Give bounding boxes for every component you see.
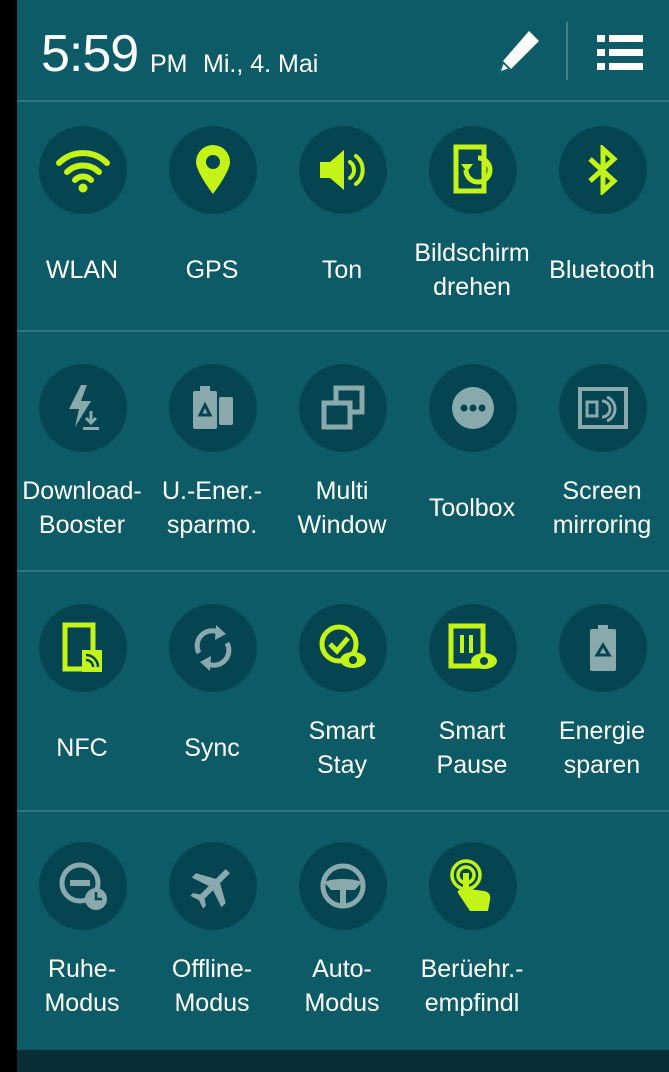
row-divider	[17, 810, 669, 812]
toggle-label: Bluetooth	[549, 256, 655, 284]
quick-settings-row-2: Download- Booster U.-Ener.- sparmo. Mult…	[17, 340, 669, 578]
toggle-label: Smart Stay	[308, 717, 376, 779]
power-saving-icon	[559, 604, 647, 692]
toggle-multi-window[interactable]: Multi Window	[277, 340, 407, 578]
bluetooth-icon	[559, 126, 647, 214]
toggle-label: NFC	[56, 734, 108, 762]
pencil-icon	[499, 31, 539, 73]
wifi-icon	[39, 126, 127, 214]
location-pin-icon	[169, 126, 257, 214]
toggle-smart-stay[interactable]: Smart Stay	[277, 580, 407, 818]
toggle-label: Download- Booster	[22, 477, 142, 539]
toggle-toolbox[interactable]: Toolbox	[407, 340, 537, 578]
nfc-icon	[39, 604, 127, 692]
date-label: Mi., 4. Mai	[203, 50, 319, 78]
list-view-button[interactable]	[592, 24, 648, 80]
toggle-label: Sync	[184, 734, 240, 762]
clock-time: 5:59	[41, 25, 139, 83]
toggle-download-booster[interactable]: Download- Booster	[17, 340, 147, 578]
download-booster-icon	[39, 364, 127, 452]
toggle-label: GPS	[185, 256, 239, 284]
toggle-bluetooth[interactable]: Bluetooth	[537, 102, 667, 340]
edit-button[interactable]	[487, 22, 547, 82]
quick-settings-panel: 5:59 PM Mi., 4. Mai WLAN GPS Ton Bildsch…	[17, 0, 669, 1072]
toggle-label: Multi Window	[297, 477, 387, 539]
ultra-power-saving-icon	[169, 364, 257, 452]
toggle-label: Smart Pause	[436, 717, 508, 779]
toggle-label: Ton	[321, 256, 363, 284]
toggle-blocking-mode[interactable]: Ruhe- Modus	[17, 818, 147, 1056]
toggle-label: Offline- Modus	[171, 955, 253, 1017]
speaker-icon	[299, 126, 387, 214]
toggle-label: Ruhe- Modus	[44, 955, 120, 1017]
toggle-label: Energie sparen	[558, 717, 646, 779]
toggle-smart-pause[interactable]: Smart Pause	[407, 580, 537, 818]
screen-rotation-icon	[429, 126, 517, 214]
toggle-label: U.-Ener.- sparmo.	[161, 477, 263, 539]
toggle-label: Toolbox	[428, 494, 516, 522]
row-divider	[17, 570, 669, 572]
header-divider	[566, 22, 568, 80]
toggle-airplane-mode[interactable]: Offline- Modus	[147, 818, 277, 1056]
row-divider	[17, 330, 669, 332]
clock-ampm: PM	[150, 50, 188, 78]
multi-window-icon	[299, 364, 387, 452]
toggle-ultra-power-saving[interactable]: U.-Ener.- sparmo.	[147, 340, 277, 578]
toggle-label: Auto- Modus	[304, 955, 380, 1017]
steering-wheel-icon	[299, 842, 387, 930]
quick-settings-row-3: NFC Sync Smart Stay Smart Pause Energie …	[17, 580, 669, 818]
sync-icon	[169, 604, 257, 692]
smart-pause-icon	[429, 604, 517, 692]
toggle-label: Screen mirroring	[552, 477, 652, 539]
toggle-label: Bildschirm drehen	[414, 239, 530, 301]
toolbox-icon	[429, 364, 517, 452]
toggle-label: WLAN	[45, 256, 119, 284]
list-icon	[597, 35, 643, 70]
toggle-wlan[interactable]: WLAN	[17, 102, 147, 340]
toggle-sync[interactable]: Sync	[147, 580, 277, 818]
screen-mirroring-icon	[559, 364, 647, 452]
toggle-sound[interactable]: Ton	[277, 102, 407, 340]
quick-settings-row-1: WLAN GPS Ton Bildschirm drehen Bluetooth	[17, 102, 669, 340]
toggle-power-saving[interactable]: Energie sparen	[537, 580, 667, 818]
airplane-icon	[169, 842, 257, 930]
toggle-label: Berüehr.- empfindl	[420, 955, 524, 1017]
touch-sensitivity-icon	[429, 842, 517, 930]
smart-stay-icon	[299, 604, 387, 692]
toggle-car-mode[interactable]: Auto- Modus	[277, 818, 407, 1056]
toggle-screen-rotation[interactable]: Bildschirm drehen	[407, 102, 537, 340]
quick-settings-row-4: Ruhe- Modus Offline- Modus Auto- Modus B…	[17, 818, 669, 1056]
toggle-touch-sensitivity[interactable]: Berüehr.- empfindl	[407, 818, 537, 1056]
toggle-screen-mirroring[interactable]: Screen mirroring	[537, 340, 667, 578]
blocking-mode-icon	[39, 842, 127, 930]
panel-bottom-handle	[17, 1050, 669, 1072]
toggle-nfc[interactable]: NFC	[17, 580, 147, 818]
status-header: 5:59 PM Mi., 4. Mai	[17, 0, 669, 100]
toggle-gps[interactable]: GPS	[147, 102, 277, 340]
